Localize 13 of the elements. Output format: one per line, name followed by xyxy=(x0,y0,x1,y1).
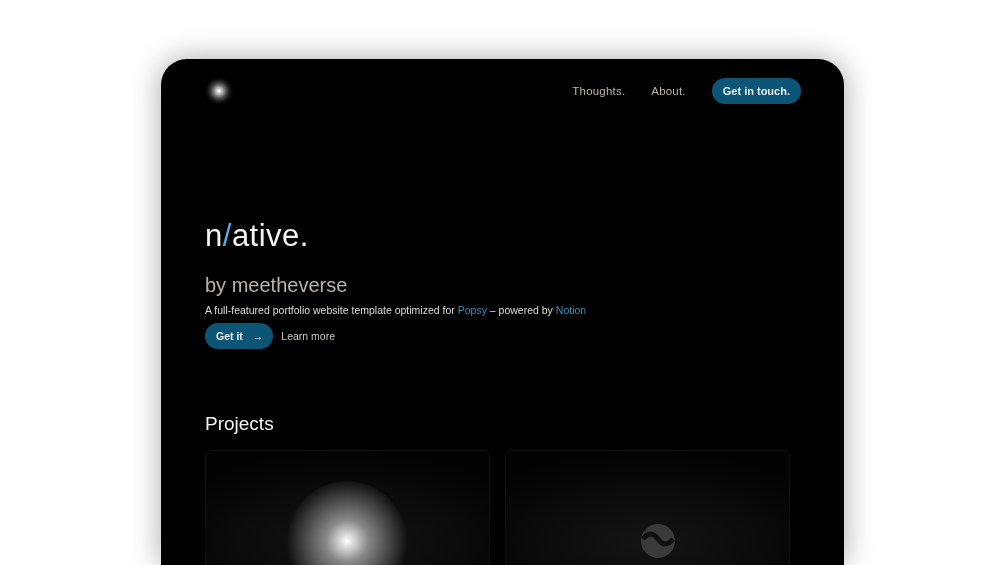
arrow-icon: → xyxy=(252,330,264,342)
contact-button[interactable]: Get in touch. xyxy=(711,78,801,104)
nav-link[interactable]: About. xyxy=(651,85,686,97)
description: A full-featured portfolio website template optimized for Popsy – powered by Notion xyxy=(205,303,588,317)
site-title: n/ative. xyxy=(205,218,310,254)
text-link[interactable]: Popsy xyxy=(457,304,487,316)
section-heading: Projects xyxy=(205,413,275,435)
learn-more-link[interactable]: Learn more xyxy=(281,330,336,342)
get-it-button[interactable]: Get it → xyxy=(205,323,274,349)
glow-logo-icon[interactable] xyxy=(204,76,234,106)
subtitle: by meetheverse xyxy=(205,273,349,297)
nav-link[interactable]: Thoughts. xyxy=(572,85,626,97)
text-link[interactable]: Notion xyxy=(555,304,587,316)
